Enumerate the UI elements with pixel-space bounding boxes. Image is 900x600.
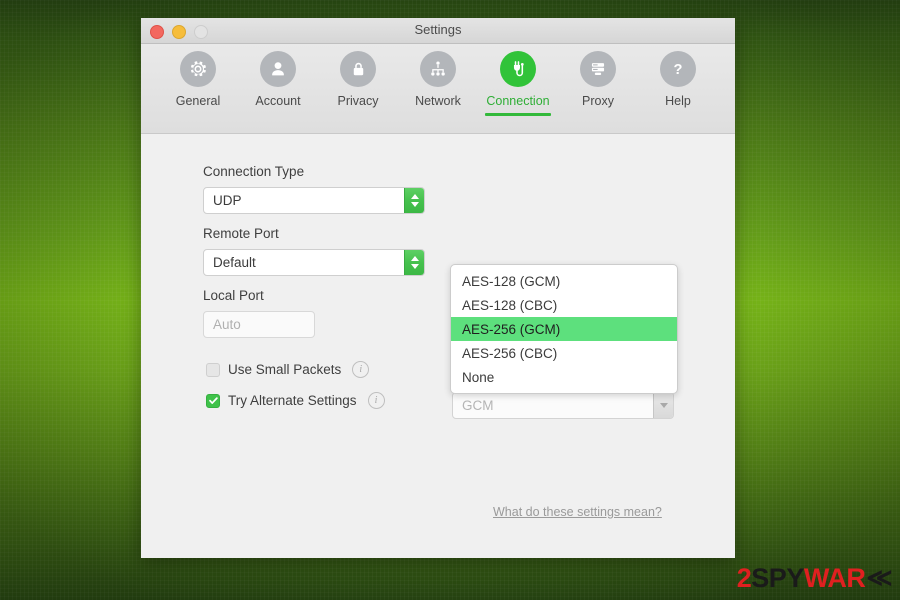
plug-icon: [500, 51, 536, 87]
toolbar-item-connection[interactable]: Connection: [485, 51, 551, 116]
window-title: Settings: [414, 22, 462, 37]
question-icon: ?: [660, 51, 696, 87]
try-alternate-settings-label: Try Alternate Settings: [228, 393, 357, 408]
toolbar-item-general[interactable]: General: [169, 51, 227, 116]
cipher-mode-stepper[interactable]: [653, 393, 673, 418]
cipher-dropdown-menu[interactable]: AES-128 (GCM) AES-128 (CBC) AES-256 (GCM…: [450, 264, 678, 394]
connection-type-stepper[interactable]: [404, 188, 424, 213]
use-small-packets-checkbox[interactable]: [206, 362, 220, 377]
watermark-part-3: WAR: [803, 563, 866, 593]
try-alternate-settings-checkbox[interactable]: [206, 393, 220, 408]
toolbar-item-network[interactable]: Network: [409, 51, 467, 116]
dropdown-option[interactable]: AES-256 (CBC): [451, 341, 677, 365]
watermark: 2 SPY WAR ≪: [736, 563, 893, 593]
dropdown-option[interactable]: None: [451, 365, 677, 389]
connection-type-value: UDP: [213, 193, 242, 208]
checkmark-icon: [208, 397, 218, 404]
settings-window: Settings General Account Privacy Network…: [141, 18, 735, 558]
svg-text:?: ?: [674, 62, 683, 78]
toolbar-item-privacy[interactable]: Privacy: [329, 51, 387, 116]
toolbar-item-account[interactable]: Account: [249, 51, 307, 116]
toolbar-item-label: Network: [415, 94, 461, 108]
local-port-label: Local Port: [203, 288, 264, 303]
remote-port-value: Default: [213, 255, 256, 270]
watermark-part-2: SPY: [751, 563, 804, 593]
toolbar-item-label: Privacy: [337, 94, 379, 108]
toolbar-item-proxy[interactable]: Proxy: [569, 51, 627, 116]
toolbar-item-label: Proxy: [582, 94, 614, 108]
settings-toolbar: General Account Privacy Network Connecti…: [141, 44, 735, 134]
watermark-part-4: ≪: [866, 564, 892, 592]
what-do-these-settings-mean-link[interactable]: What do these settings mean?: [493, 505, 662, 519]
network-icon: [420, 51, 456, 87]
use-small-packets-row[interactable]: Use Small Packets i: [206, 361, 370, 378]
chevron-down-icon: [659, 403, 668, 408]
toolbar-active-underline: [485, 113, 551, 116]
window-titlebar: Settings: [141, 18, 735, 44]
chevron-down-icon: [410, 264, 419, 269]
local-port-placeholder: Auto: [213, 317, 241, 332]
remote-port-label: Remote Port: [203, 226, 279, 241]
toolbar-item-label: Account: [255, 94, 301, 108]
toolbar-item-label: Help: [665, 94, 691, 108]
info-icon[interactable]: i: [352, 361, 370, 378]
gear-icon: [180, 51, 216, 87]
remote-port-select[interactable]: Default: [203, 249, 425, 276]
info-icon[interactable]: i: [367, 392, 385, 409]
connection-type-label: Connection Type: [203, 164, 305, 179]
chevron-up-icon: [410, 256, 419, 261]
toolbar-item-help[interactable]: ? Help: [649, 51, 707, 116]
try-alternate-settings-row[interactable]: Try Alternate Settings i: [206, 392, 385, 409]
user-icon: [260, 51, 296, 87]
remote-port-stepper[interactable]: [404, 250, 424, 275]
dropdown-option-selected[interactable]: AES-256 (GCM): [451, 317, 677, 341]
cipher-mode-value: GCM: [462, 398, 494, 413]
lock-icon: [340, 51, 376, 87]
local-port-input[interactable]: Auto: [203, 311, 315, 338]
dropdown-option[interactable]: AES-128 (GCM): [451, 269, 677, 293]
toolbar-item-label: General: [175, 94, 221, 108]
settings-content: Connection Type UDP Remote Port Default …: [141, 134, 735, 558]
watermark-part-1: 2: [736, 563, 752, 593]
toolbar-item-label: Connection: [486, 94, 550, 108]
cipher-mode-select[interactable]: GCM: [452, 392, 674, 419]
use-small-packets-label: Use Small Packets: [228, 362, 342, 377]
server-icon: [580, 51, 616, 87]
connection-type-select[interactable]: UDP: [203, 187, 425, 214]
dropdown-option[interactable]: AES-128 (CBC): [451, 293, 677, 317]
chevron-down-icon: [410, 202, 419, 207]
chevron-up-icon: [410, 194, 419, 199]
